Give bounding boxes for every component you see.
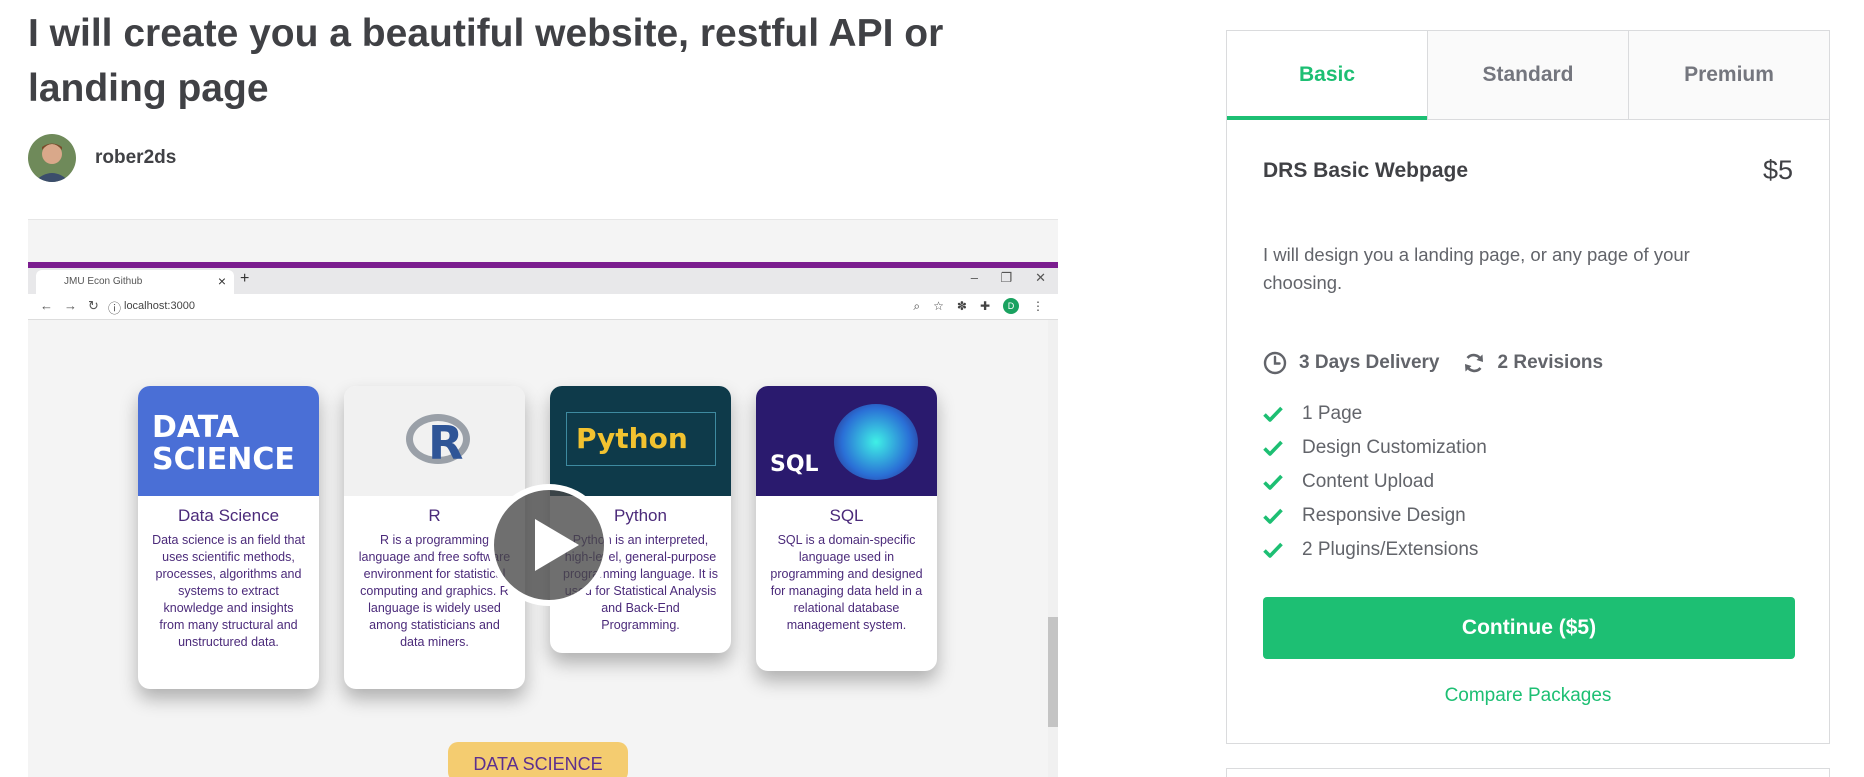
feature-label: 2 Plugins/Extensions [1302, 539, 1479, 560]
card-title: Data Science [177, 506, 280, 525]
card-image-label: Python [576, 422, 688, 455]
info-icon: ⓘ [108, 301, 122, 316]
contact-seller-panel [1226, 768, 1830, 777]
tab-premium[interactable]: Premium [1628, 31, 1829, 119]
feature-label: Design Customization [1302, 437, 1487, 458]
feature-item: 2 Plugins/Extensions [1263, 533, 1487, 567]
tab-standard[interactable]: Standard [1427, 31, 1628, 119]
card-image-label: DATA SCIENCE [152, 410, 295, 477]
window-close-icon: ✕ [1035, 270, 1046, 285]
star-icon: ☆ [933, 299, 944, 313]
play-icon[interactable] [486, 482, 612, 608]
compare-packages-link[interactable]: Compare Packages [1227, 685, 1829, 707]
card-image: SQL [756, 386, 937, 496]
check-icon [1263, 474, 1283, 490]
feature-item: 1 Page [1263, 397, 1487, 431]
card-sql: SQL SQL SQL is a domain-specific languag… [756, 386, 937, 671]
zoom-icon: ⌕ [913, 298, 921, 313]
package-panel: Basic Standard Premium DRS Basic Webpage… [1226, 30, 1830, 744]
revisions-info: 2 Revisions [1462, 351, 1604, 375]
feature-label: 1 Page [1302, 403, 1363, 424]
check-icon [1263, 440, 1283, 456]
card-image-label: SQL [770, 452, 819, 477]
browser-address-row: ← → ↻ ⓘ localhost:3000 ⌕ ☆ ✽ ✚ D ⋮ [28, 294, 1058, 320]
feature-label: Responsive Design [1302, 505, 1466, 526]
card-image: DATA SCIENCE [138, 386, 319, 496]
card-image: Python [550, 386, 731, 496]
back-icon: ← [40, 298, 53, 313]
package-price: $5 [1762, 155, 1793, 185]
delivery-info: 3 Days Delivery [1263, 351, 1440, 375]
feature-item: Design Customization [1263, 431, 1487, 465]
package-header: DRS Basic Webpage $5 [1263, 155, 1793, 186]
feature-item: Responsive Design [1263, 499, 1487, 533]
package-name: DRS Basic Webpage [1263, 158, 1469, 182]
minimize-icon: – [970, 270, 978, 285]
refresh-icon [1464, 353, 1483, 373]
card-title: SQL [829, 506, 864, 525]
puzzle-icon: ✚ [979, 299, 990, 313]
check-icon [1263, 406, 1283, 422]
clock-icon [1263, 351, 1287, 375]
delivery-text: 3 Days Delivery [1299, 352, 1440, 373]
address-text: localhost:3000 [124, 300, 195, 312]
forward-icon: → [64, 298, 77, 313]
card-image-label: R [428, 416, 464, 470]
gig-media[interactable]: JMU Econ Github × + – ❐ ✕ ← → ↻ ⓘ localh… [28, 219, 1058, 777]
revisions-text: 2 Revisions [1497, 352, 1604, 373]
browser-tab-label: JMU Econ Github [64, 276, 143, 287]
browser-tab-strip: JMU Econ Github × + – ❐ ✕ [28, 268, 1058, 294]
tab-basic[interactable]: Basic [1227, 31, 1427, 120]
seller-avatar[interactable] [28, 134, 76, 182]
feature-list: 1 Page Design Customization Content Uplo… [1263, 397, 1487, 567]
check-icon [1263, 508, 1283, 524]
seller-name[interactable]: rober2ds [95, 147, 176, 169]
tab-close-icon: × [217, 273, 226, 289]
feature-item: Content Upload [1263, 465, 1487, 499]
check-icon [1263, 542, 1283, 558]
package-description: I will design you a landing page, or any… [1263, 244, 1690, 293]
browser-tab: JMU Econ Github × [36, 270, 234, 294]
data-science-pill: DATA SCIENCE [448, 742, 628, 777]
feature-label: Content Upload [1302, 471, 1435, 492]
gig-title: I will create you a beautiful website, r… [28, 12, 944, 110]
card-image: R [344, 386, 525, 496]
package-meta: 3 Days Delivery 2 Revisions [1263, 351, 1625, 375]
card-data-science: DATA SCIENCE Data Science Data science i… [138, 386, 319, 689]
card-body: Data science is an field that uses scien… [152, 533, 305, 649]
package-tabs: Basic Standard Premium [1227, 31, 1829, 120]
reload-icon: ↻ [88, 298, 99, 313]
kebab-icon: ⋮ [1032, 299, 1044, 313]
restore-icon: ❐ [1000, 270, 1012, 285]
seller-info: rober2ds [28, 134, 176, 182]
new-tab-icon: + [240, 270, 250, 287]
card-body: SQL is a domain-specific language used i… [770, 533, 923, 632]
browser-scroll-thumb [1048, 617, 1058, 727]
extension-icon: ✽ [956, 299, 967, 313]
profile-icon: D [1003, 298, 1019, 314]
browser-toolbar-icons: ⌕ ☆ ✽ ✚ D ⋮ [913, 298, 1044, 314]
continue-button[interactable]: Continue ($5) [1263, 597, 1795, 659]
